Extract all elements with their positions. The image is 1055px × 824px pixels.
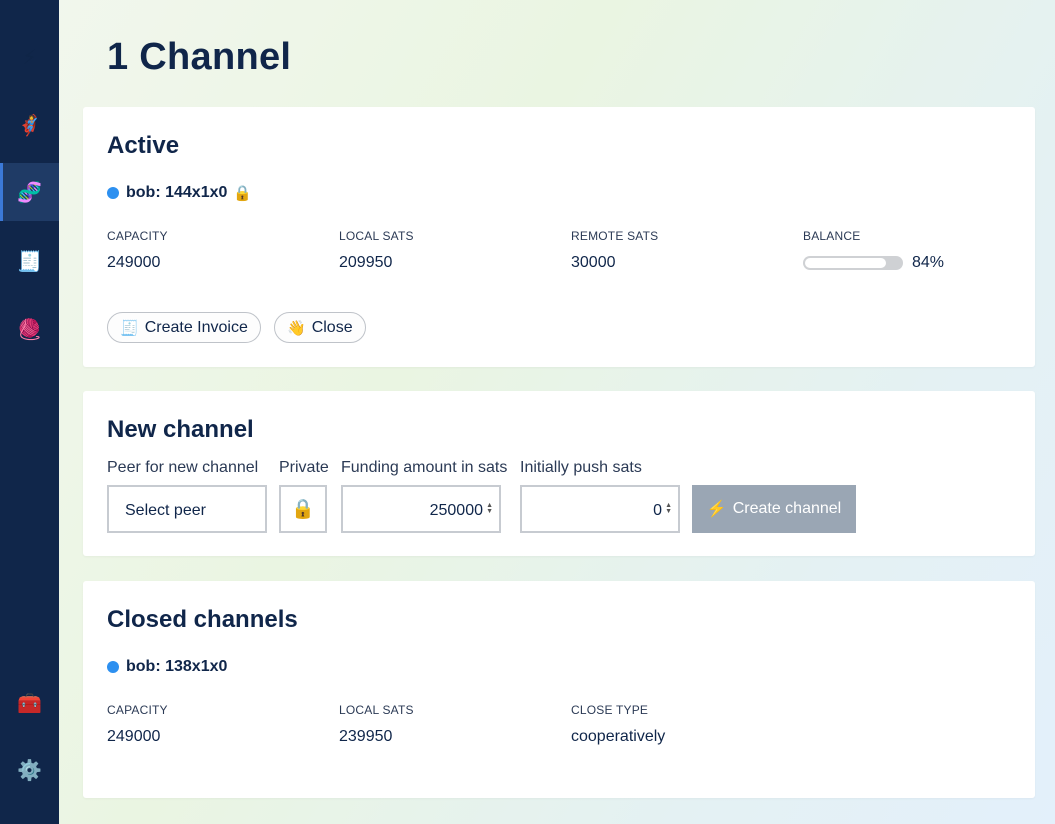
active-heading: Active — [107, 132, 180, 159]
closed-channel[interactable]: bob: 138x1x0 — [107, 658, 227, 676]
page-title: 1 Channel — [107, 36, 292, 78]
close-label: Close — [311, 318, 353, 336]
local-sats-value: 209950 — [339, 254, 393, 271]
gear-icon: ⚙️ — [17, 759, 42, 782]
create-invoice-label: Create Invoice — [144, 318, 248, 336]
peer-label: Peer for new channel — [107, 459, 259, 476]
sidebar-item-superhero[interactable]: 🦸 — [0, 96, 59, 154]
active-channel[interactable]: bob: 144x1x0 🔒 — [107, 184, 252, 202]
sidebar-item-settings[interactable]: ⚙️ — [0, 741, 59, 799]
receipt-icon: 🧾 — [17, 250, 42, 273]
private-label: Private — [279, 459, 329, 476]
dna-icon: 🧬 — [17, 181, 42, 204]
sidebar-item-yarn[interactable]: 🧶 — [0, 300, 59, 358]
sidebar-item-toolbox[interactable]: 🧰 — [0, 674, 59, 732]
funding-stepper[interactable]: ▲ ▼ — [486, 502, 493, 515]
closed-channel-name: bob: 138x1x0 — [126, 658, 228, 675]
receipt-icon: 🧾 — [120, 319, 139, 337]
balance-fill — [805, 258, 886, 268]
sidebar: ⚡ 🦸 🧬 🧾 🧶 🧰 ⚙️ — [0, 0, 59, 824]
active-channel-name: bob: 144x1x0 — [126, 184, 228, 201]
funding-label: Funding amount in sats — [341, 459, 508, 476]
lightning-icon: ⚡ — [22, 46, 37, 69]
new-channel-heading: New channel — [107, 416, 254, 443]
capacity-value: 249000 — [107, 254, 161, 271]
closed-channels-card: Closed channels bob: 138x1x0 CAPACITY 24… — [83, 581, 1035, 798]
close-type-label: CLOSE TYPE — [571, 703, 649, 717]
push-label: Initially push sats — [520, 459, 642, 476]
remote-sats-stat: REMOTE SATS 30000 — [571, 229, 658, 272]
balance-stat: BALANCE 84% — [803, 229, 944, 272]
main-content: 1 Channel Active bob: 144x1x0 🔒 CAPACITY… — [59, 0, 1055, 824]
sidebar-item-lightning[interactable]: ⚡ — [0, 28, 59, 86]
closed-capacity-stat: CAPACITY 249000 — [107, 703, 168, 746]
capacity-label: CAPACITY — [107, 229, 168, 243]
local-sats-stat: LOCAL SATS 209950 — [339, 229, 414, 272]
close-type-stat: CLOSE TYPE cooperatively — [571, 703, 665, 746]
closed-capacity-value: 249000 — [107, 728, 161, 745]
create-channel-button[interactable]: ⚡ Create channel — [692, 485, 856, 533]
local-sats-label: LOCAL SATS — [339, 229, 414, 243]
closed-local-sats-label: LOCAL SATS — [339, 703, 414, 717]
status-dot — [107, 661, 119, 673]
status-dot — [107, 187, 119, 199]
push-sats-value: 0 — [653, 502, 662, 519]
remote-sats-label: REMOTE SATS — [571, 229, 659, 243]
waving-hand-icon: 👋 — [287, 319, 306, 337]
peer-select-value: Select peer — [125, 502, 206, 519]
funding-amount-input[interactable]: 250000 ▲ ▼ — [341, 485, 501, 533]
lock-icon: 🔒 — [291, 499, 315, 520]
closed-local-sats-stat: LOCAL SATS 239950 — [339, 703, 414, 746]
private-toggle[interactable]: 🔒 — [279, 485, 327, 533]
yarn-icon: 🧶 — [17, 318, 42, 341]
peer-select[interactable]: Select peer — [107, 485, 267, 533]
closed-local-sats-value: 239950 — [339, 728, 393, 745]
create-invoice-button[interactable]: 🧾 Create Invoice — [107, 312, 261, 343]
balance-label: BALANCE — [803, 229, 861, 243]
active-card: Active bob: 144x1x0 🔒 CAPACITY 249000 LO… — [83, 107, 1035, 367]
funding-amount-value: 250000 — [429, 502, 483, 519]
superhero-icon: 🦸 — [17, 114, 42, 137]
close-channel-button[interactable]: 👋 Close — [274, 312, 366, 343]
toolbox-icon: 🧰 — [17, 692, 42, 715]
remote-sats-value: 30000 — [571, 254, 616, 271]
balance-bar — [803, 256, 903, 270]
closed-capacity-label: CAPACITY — [107, 703, 168, 717]
push-sats-input[interactable]: 0 ▲ ▼ — [520, 485, 680, 533]
capacity-stat: CAPACITY 249000 — [107, 229, 168, 272]
create-channel-label: Create channel — [732, 500, 842, 517]
closed-heading: Closed channels — [107, 606, 298, 633]
balance-percent: 84% — [912, 254, 945, 271]
push-stepper[interactable]: ▲ ▼ — [665, 502, 672, 515]
new-channel-card: New channel Peer for new channel Private… — [83, 391, 1035, 556]
lock-icon: 🔒 — [233, 185, 253, 202]
sidebar-item-invoices[interactable]: 🧾 — [0, 232, 59, 290]
sidebar-item-channels[interactable]: 🧬 — [0, 163, 59, 221]
close-type-value: cooperatively — [571, 728, 666, 745]
lightning-icon: ⚡ — [706, 501, 727, 518]
